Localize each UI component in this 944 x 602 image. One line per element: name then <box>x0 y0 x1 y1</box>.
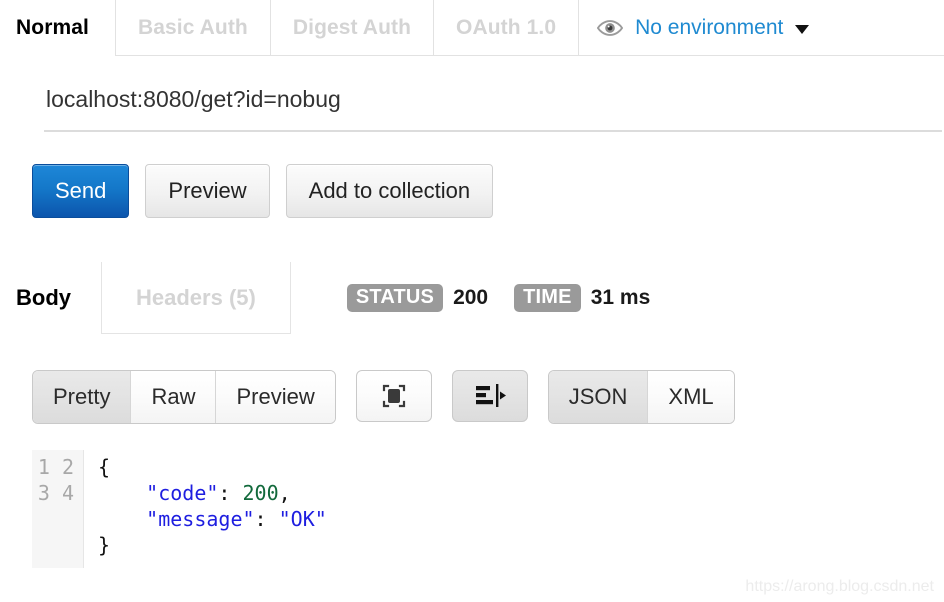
auth-tab-label: Normal <box>16 16 89 39</box>
send-button[interactable]: Send <box>32 164 130 218</box>
code-token: 200 <box>242 481 279 505</box>
language-group: JSON XML <box>547 370 735 424</box>
language-label: JSON <box>568 384 628 409</box>
fullscreen-icon <box>382 384 405 408</box>
auth-tab-digest-auth[interactable]: Digest Auth <box>269 0 434 56</box>
language-json[interactable]: JSON <box>548 371 648 423</box>
code-token: "OK" <box>278 507 327 531</box>
auth-tab-label: OAuth 1.0 <box>456 15 557 39</box>
wrap-lines-icon <box>475 384 506 407</box>
code-token: : <box>254 507 279 531</box>
response-body-code[interactable]: { "code": 200, "message": "OK" } <box>84 450 327 568</box>
add-to-collection-button[interactable]: Add to collection <box>285 164 494 218</box>
tab-label: Body <box>16 285 71 310</box>
wrap-lines-button[interactable] <box>451 370 528 422</box>
status-value: 200 <box>453 286 489 309</box>
url-bar[interactable]: localhost:8080/get?id=nobug <box>30 80 942 132</box>
view-mode-pretty[interactable]: Pretty <box>33 371 131 423</box>
url-underline <box>44 130 942 132</box>
watermark: https://arong.blog.csdn.net <box>745 578 934 595</box>
language-xml[interactable]: XML <box>647 371 734 423</box>
tab-label: Headers (5) <box>136 284 256 310</box>
view-mode-group: Pretty Raw Preview <box>32 370 336 424</box>
status-badge: STATUS <box>346 284 444 312</box>
url-input[interactable]: localhost:8080/get?id=nobug <box>30 80 942 113</box>
auth-tab-oauth-10[interactable]: OAuth 1.0 <box>433 0 579 56</box>
auth-tab-normal[interactable]: Normal <box>0 0 115 56</box>
fullscreen-button[interactable] <box>355 370 432 422</box>
time-value: 31 ms <box>590 286 651 309</box>
code-token: { <box>98 455 111 479</box>
code-token: "message" <box>146 507 255 531</box>
view-mode-label: Pretty <box>53 384 111 409</box>
response-body-viewer[interactable]: 1 2 3 4 { "code": 200, "message": "OK" } <box>32 450 912 568</box>
view-mode-label: Preview <box>236 384 315 409</box>
time-badge: TIME <box>514 284 581 312</box>
line-number-gutter: 1 2 3 4 <box>32 450 84 568</box>
preview-button[interactable]: Preview <box>145 164 270 218</box>
format-toolbar: Pretty Raw Preview JSON XML <box>32 370 735 424</box>
auth-tab-bar: Normal Basic Auth Digest Auth OAuth 1.0 … <box>0 0 944 56</box>
auth-tab-basic-auth[interactable]: Basic Auth <box>114 0 270 56</box>
view-mode-preview[interactable]: Preview <box>215 371 335 423</box>
environment-label: No environment <box>635 15 784 39</box>
chevron-down-icon[interactable] <box>795 25 810 34</box>
tab-body[interactable]: Body <box>0 262 101 334</box>
auth-tab-label: Digest Auth <box>292 15 412 39</box>
code-token: "code" <box>146 481 219 505</box>
language-label: XML <box>668 384 714 409</box>
tab-headers[interactable]: Headers (5) <box>101 262 291 334</box>
rest-client-window: Normal Basic Auth Digest Auth OAuth 1.0 … <box>0 0 944 602</box>
response-meta: STATUS 200 TIME 31 ms <box>291 262 944 334</box>
code-token: } <box>98 533 111 557</box>
view-mode-raw[interactable]: Raw <box>130 371 216 423</box>
eye-icon[interactable] <box>597 19 624 37</box>
request-actions: Send Preview Add to collection <box>32 164 494 218</box>
code-token: : <box>218 481 243 505</box>
view-mode-label: Raw <box>151 384 196 409</box>
environment-selector[interactable]: No environment <box>578 0 944 56</box>
auth-tab-label: Basic Auth <box>137 15 248 39</box>
code-token: , <box>278 481 291 505</box>
response-tab-bar: Body Headers (5) STATUS 200 TIME 31 ms <box>0 262 944 334</box>
